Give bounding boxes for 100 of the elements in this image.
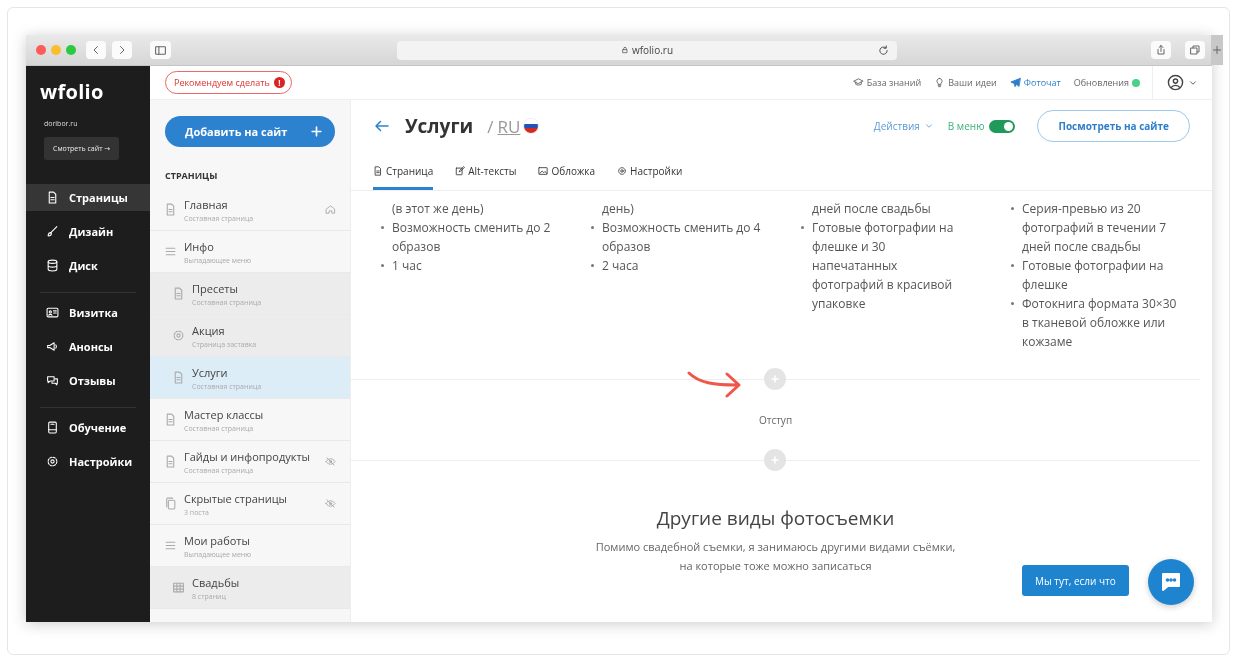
edit-icon: [455, 166, 466, 176]
bullet-icon: [1011, 207, 1014, 210]
settings-icon: [172, 329, 185, 342]
close-window-icon[interactable]: [36, 45, 46, 55]
document-icon: [46, 191, 59, 204]
list-item: Готовые фотографии на флешке и 30 напечатанных фотографий в красивой упаковке: [812, 218, 955, 313]
nav-item[interactable]: Страницы: [26, 184, 150, 211]
forward-button[interactable]: [112, 41, 132, 59]
spacer-label: Отступ: [758, 413, 793, 427]
document-icon: [164, 203, 177, 216]
book-icon: [46, 421, 59, 434]
url-text: wfolio.ru: [631, 43, 673, 57]
bullet-icon: [381, 226, 384, 229]
tab[interactable]: Alt-тексты: [455, 152, 517, 190]
grid-icon: [172, 581, 185, 594]
nav-item[interactable]: Анонсы: [26, 333, 150, 360]
list-item: Фотокнига формата 30×30 в тканевой обложке или кожзаме: [1022, 294, 1178, 351]
plus-icon: [310, 125, 323, 138]
page-title: Пресеты: [192, 280, 239, 296]
list-item: (в этот же день): [392, 199, 485, 218]
document-icon: [164, 413, 177, 426]
page-title: Услуги: [192, 364, 229, 380]
document-icon: [172, 371, 185, 384]
bullet-icon: [591, 226, 594, 229]
path-separator: /: [487, 114, 494, 138]
tabs-button[interactable]: [1185, 41, 1205, 59]
chevron-down-icon: [923, 121, 934, 131]
bullet-icon: [381, 264, 384, 267]
nav-item[interactable]: Обучение: [26, 414, 150, 441]
id-card-icon: [46, 306, 59, 319]
share-icon: [1155, 44, 1167, 56]
view-on-site-button[interactable]: Посмотреть на сайте: [1037, 110, 1190, 142]
list-item: 2 часа: [602, 256, 640, 275]
list-item: Возможность сменить до 2 образов: [392, 218, 552, 256]
menu-icon: [164, 245, 177, 258]
flag-icon: [524, 119, 539, 133]
header-link[interactable]: Ваши идеи: [934, 76, 997, 89]
chat-prompt-button[interactable]: Мы тут, если что: [1022, 565, 1129, 596]
tab[interactable]: Настройки: [617, 152, 683, 190]
list-item: день): [602, 199, 635, 218]
list-item: Серия-превью из 20 фотографий в течении 7 дней после свадьбы: [1022, 199, 1168, 256]
header-link[interactable]: База знаний: [852, 76, 922, 89]
header-link[interactable]: Обновления: [1073, 76, 1140, 89]
plus-icon: [769, 373, 781, 385]
address-bar[interactable]: wfolio.ru: [397, 40, 897, 60]
page-title: Главная: [184, 196, 229, 212]
maximize-window-icon[interactable]: [66, 45, 76, 55]
add-to-site-button[interactable]: Добавить на сайт: [165, 116, 335, 147]
page-title: Мои работы: [184, 532, 251, 548]
list-item: Возможность сменить до 4 образов: [602, 218, 762, 256]
new-tab-button[interactable]: [1211, 35, 1223, 65]
chat-bubbles-icon: [46, 374, 59, 387]
back-button[interactable]: [86, 41, 106, 59]
nav-item[interactable]: Визитка: [26, 299, 150, 326]
eye-slash-icon[interactable]: [325, 498, 336, 509]
settings-icon: [617, 166, 628, 176]
chat-button[interactable]: [1148, 559, 1194, 605]
nav-item[interactable]: Диск: [26, 252, 150, 279]
list-item: 1 час: [392, 256, 423, 275]
status-dot-icon: [1132, 78, 1140, 87]
nav-item[interactable]: Настройки: [26, 448, 150, 475]
alert-badge: !: [273, 77, 285, 88]
page-title: Инфо: [184, 238, 215, 254]
eye-slash-icon[interactable]: [325, 456, 336, 467]
page-title: Свадьбы: [192, 574, 241, 590]
lock-icon: [620, 46, 629, 54]
megaphone-icon: [46, 340, 59, 353]
section-text: Помимо свадебной съемки, я занимаюсь другими видами съёмки, на которые тоже можно записаться: [594, 538, 957, 575]
page-title: Гайды и инфопродукты: [184, 448, 312, 464]
menu-icon: [164, 539, 177, 552]
tab[interactable]: Страница: [373, 152, 434, 190]
tab[interactable]: Обложка: [538, 152, 596, 190]
settings-icon: [46, 455, 59, 468]
sidebar-icon: [154, 43, 167, 57]
section-heading: Другие виды фотосъемки: [656, 505, 895, 531]
page-title: Скрытые страницы: [184, 490, 289, 506]
image-icon: [538, 166, 549, 176]
in-menu-toggle[interactable]: [989, 119, 1016, 133]
document-icon: [373, 166, 383, 176]
section-heading: СТРАНИЦЫ: [165, 169, 218, 182]
graduation-cap-icon: [852, 77, 864, 88]
bullet-icon: [801, 226, 804, 229]
lightbulb-icon: [934, 77, 946, 88]
list-item: Готовые фотографии на флешке: [1022, 256, 1165, 294]
list-item: дней после свадьбы: [812, 199, 932, 218]
nav-item[interactable]: Отзывы: [26, 367, 150, 394]
plus-icon: [769, 454, 781, 466]
page-title: Акция: [192, 322, 226, 338]
bullet-icon: [1011, 264, 1014, 267]
toggle-label: В меню: [947, 119, 985, 133]
paper-plane-icon: [1009, 77, 1021, 88]
plus-icon: [1211, 44, 1223, 56]
nav-item[interactable]: Дизайн: [26, 218, 150, 245]
reload-icon[interactable]: [878, 44, 889, 56]
share-button[interactable]: [1151, 41, 1171, 59]
header-link[interactable]: Фоточат: [1009, 76, 1061, 89]
recommendations-button[interactable]: Рекомендуем сделать !: [165, 71, 292, 94]
user-icon: [1167, 74, 1184, 91]
bullet-icon: [591, 264, 594, 267]
sidebar-toggle-button[interactable]: [150, 41, 171, 59]
